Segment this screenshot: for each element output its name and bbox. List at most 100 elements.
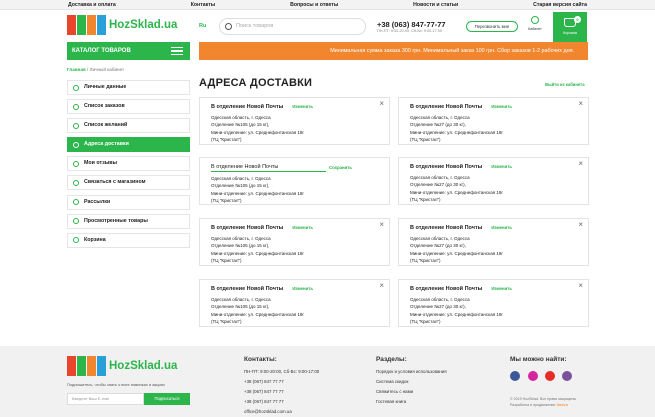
edit-address-button[interactable]: Изменить: [491, 104, 512, 109]
developer-prefix: Разработка и продвижение: [510, 403, 556, 407]
edit-address-button[interactable]: Изменить: [491, 286, 512, 291]
menu-item-label: Просмотренные товары: [84, 217, 148, 224]
breadcrumb-current: Личный кабинет: [89, 67, 125, 72]
contact-phone[interactable]: +38 (067) 847 77 77: [244, 377, 319, 387]
cart-count-badge: 0: [574, 16, 581, 23]
address-title: В отделение Новой Почты: [211, 286, 284, 292]
youtube-icon[interactable]: [545, 371, 555, 381]
menu-item-delivery-addresses[interactable]: Адреса доставки: [67, 137, 190, 153]
menu-item-cart[interactable]: Корзина: [67, 232, 190, 248]
site-header: HozSklad.ua Ru Поиск товаров +38 (063) 8…: [0, 10, 655, 44]
phone-icon: [73, 179, 79, 186]
catalog-button[interactable]: КАТАЛОГ ТОВАРОВ: [67, 42, 190, 60]
viber-icon[interactable]: [562, 371, 572, 381]
section-link[interactable]: Гостевая книга: [376, 397, 447, 407]
address-branch: Отделение №105 (до 15 кг),: [211, 183, 270, 189]
close-icon[interactable]: ×: [578, 282, 583, 290]
close-icon[interactable]: ×: [578, 100, 583, 108]
address-card: В отделение Новой Почты Изменить Одесская…: [398, 157, 589, 205]
cabinet-link[interactable]: Кабинет: [528, 16, 542, 31]
hamburger-icon: [171, 47, 183, 55]
address-note: (ТЦ "Кристал"): [410, 136, 441, 142]
promo-banner: Минимальная сумма заказа 300 грн. Минима…: [199, 42, 588, 60]
email-field[interactable]: Введите Ваш E-mail: [67, 393, 144, 405]
edit-address-button[interactable]: Изменить: [292, 286, 313, 291]
close-icon[interactable]: ×: [578, 221, 583, 229]
address-region: Одесская область, г. Одесса: [211, 297, 271, 303]
footer-logo-text: HozSklad.ua: [109, 360, 178, 372]
menu-item-orders[interactable]: Список заказов: [67, 99, 190, 115]
address-card: В отделение Новой Почты Изменить Одесская…: [199, 97, 390, 145]
close-icon[interactable]: ×: [379, 100, 384, 108]
subscribe-button[interactable]: Подписаться: [144, 393, 190, 405]
address-branch: Отделение №105 (до 15 кг),: [211, 304, 270, 310]
address-title-input[interactable]: В отделение Новой Почты: [211, 164, 326, 173]
header-hours: ПН-ПТ: 9:00-20:00, Сб-Вс: 9:00-17:00: [377, 29, 443, 33]
address-title: В отделение Новой Почты: [211, 104, 284, 110]
footer-logo[interactable]: HozSklad.ua: [67, 356, 177, 376]
site-logo[interactable]: HozSklad.ua: [67, 15, 177, 35]
menu-item-label: Связаться с магазином: [84, 179, 146, 186]
user-icon: [531, 16, 539, 24]
close-icon[interactable]: ×: [578, 160, 583, 168]
edit-address-button[interactable]: Изменить: [292, 104, 313, 109]
address-branch: Отделение №105 (до 15 кг),: [211, 122, 270, 128]
topbar-link-contacts[interactable]: Контакты: [191, 0, 215, 9]
edit-address-button[interactable]: Изменить: [491, 164, 512, 169]
catalog-label: КАТАЛОГ ТОВАРОВ: [72, 48, 131, 54]
address-region: Одесская область, г. Одесса: [211, 236, 271, 242]
close-icon[interactable]: ×: [379, 282, 384, 290]
address-note: (ТЦ "Кристал"): [211, 257, 242, 263]
contact-email[interactable]: office@hozsklad.com.ua: [244, 407, 319, 417]
user-icon: [73, 84, 79, 91]
callback-button[interactable]: Перезвонить мне: [466, 21, 518, 32]
menu-item-reviews[interactable]: Мои отзывы: [67, 156, 190, 172]
address-note: (ТЦ "Кристал"): [211, 197, 242, 203]
developer-link[interactable]: Maxiza: [556, 403, 567, 407]
address-note: (ТЦ "Кристал"): [211, 136, 242, 142]
menu-item-label: Список желаний: [84, 122, 128, 129]
address-title: В отделение Новой Почты: [410, 104, 483, 110]
language-switch[interactable]: Ru: [199, 23, 206, 29]
menu-item-contact-shop[interactable]: Связаться с магазином: [67, 175, 190, 191]
topbar-link-old-site[interactable]: Старая версия сайта: [533, 0, 587, 9]
address-branch: Отделение №27 (до 30 кг),: [410, 304, 466, 310]
menu-item-viewed[interactable]: Просмотренные товары: [67, 213, 190, 229]
facebook-icon[interactable]: [510, 371, 520, 381]
edit-address-button[interactable]: Изменить: [292, 225, 313, 230]
address-branch: Отделение №105 (до 15 кг),: [211, 243, 270, 249]
menu-item-newsletters[interactable]: Рассылки: [67, 194, 190, 210]
address-mini: Мини-отделение: ул. Среднефонтанская 19г: [211, 311, 305, 317]
address-mini: Мини-отделение: ул. Среднефонтанская 19г: [410, 311, 504, 317]
edit-address-button[interactable]: Изменить: [491, 225, 512, 230]
subscribe-text: Подпишитесь, чтобы знать о всех новинках…: [67, 382, 165, 387]
breadcrumb-home[interactable]: Главная: [67, 67, 86, 72]
address-note: (ТЦ "Кристал"): [410, 196, 441, 202]
cart-icon: [73, 237, 79, 244]
address-title: В отделение Новой Почты: [410, 164, 483, 170]
instagram-icon[interactable]: [528, 371, 538, 381]
topbar-link-faq[interactable]: Вопросы и ответы: [290, 0, 338, 9]
cart-button[interactable]: Корзина 0: [553, 12, 587, 44]
address-card: В отделение Новой Почты Изменить Одесская…: [398, 218, 589, 266]
logout-link[interactable]: Выйти из кабинета: [545, 82, 585, 87]
contact-phone[interactable]: +38 (067) 847 77 77: [244, 397, 319, 407]
menu-item-wishlist[interactable]: Список желаний: [67, 118, 190, 134]
topbar-link-delivery[interactable]: Доставка и оплата: [68, 0, 116, 9]
close-icon[interactable]: ×: [379, 221, 384, 229]
search-input[interactable]: Поиск товаров: [219, 18, 366, 35]
address-branch: Отделение №27 (до 30 кг),: [410, 182, 466, 188]
header-phone[interactable]: +38 (063) 847-77-77: [377, 20, 446, 29]
menu-item-personal-data[interactable]: Личные данные: [67, 80, 190, 95]
section-link[interactable]: Свяжитесь с нами: [376, 387, 447, 397]
heart-icon: [73, 122, 79, 129]
menu-item-label: Адреса доставки: [84, 141, 129, 148]
section-link[interactable]: Порядок и условия использования: [376, 367, 447, 377]
address-region: Одесская область, г. Одесса: [410, 115, 470, 121]
topbar-link-news[interactable]: Новости и статьи: [413, 0, 458, 9]
save-address-button[interactable]: Сохранить: [329, 164, 352, 171]
section-link[interactable]: Система скидок: [376, 377, 447, 387]
address-card: В отделение Новой Почты Изменить Одесская…: [398, 279, 589, 327]
contact-phone[interactable]: +38 (067) 847 77 77: [244, 387, 319, 397]
search-icon: [225, 23, 232, 30]
